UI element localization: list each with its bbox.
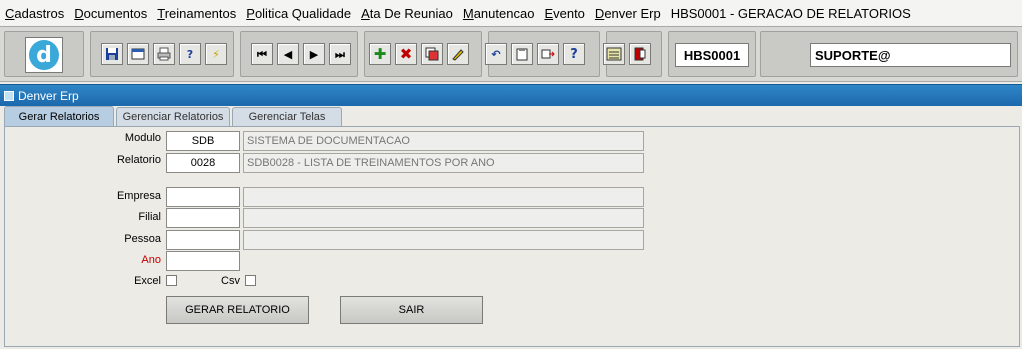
window-icon bbox=[4, 90, 14, 101]
excel-label: Excel bbox=[134, 275, 161, 287]
duplicate-record-icon[interactable] bbox=[421, 43, 443, 65]
clipboard-icon[interactable] bbox=[511, 43, 533, 65]
filial-label: Filial bbox=[138, 211, 161, 223]
form-code-display: HBS0001 bbox=[675, 43, 749, 67]
delete-record-icon[interactable]: ✖ bbox=[395, 43, 417, 65]
tab-gerenciar-relatorios[interactable]: Gerenciar Relatorios bbox=[116, 107, 230, 126]
undo-icon[interactable]: ↶ bbox=[485, 43, 507, 65]
menu-politica-qualidade[interactable]: Politica Qualidade bbox=[246, 6, 351, 21]
menu-current-form[interactable]: HBS0001 - GERACAO DE RELATORIOS bbox=[671, 6, 911, 21]
pessoa-label: Pessoa bbox=[124, 233, 161, 245]
save-icon[interactable] bbox=[101, 43, 123, 65]
toolbar-group-file: ? ⚡ bbox=[90, 31, 234, 77]
relatorio-label: Relatorio bbox=[116, 154, 161, 166]
empresa-label: Empresa bbox=[116, 190, 161, 202]
tab-gerar-relatorios[interactable]: Gerar Relatorios bbox=[4, 106, 114, 126]
menu-cadastros[interactable]: Cadastros bbox=[5, 6, 64, 21]
app-logo: d bbox=[25, 37, 63, 73]
empresa-field[interactable] bbox=[166, 187, 240, 207]
denver-logo-icon: d bbox=[29, 40, 59, 70]
menu-bar: Cadastros Documentos Treinamentos Politi… bbox=[0, 0, 1022, 26]
menu-icon[interactable] bbox=[603, 43, 625, 65]
window-title: Denver Erp bbox=[18, 88, 79, 103]
toolbar-logo-group: d bbox=[4, 31, 84, 77]
pessoa-description bbox=[243, 230, 644, 250]
filial-description bbox=[243, 208, 644, 228]
app-window: Cadastros Documentos Treinamentos Politi… bbox=[0, 0, 1022, 349]
menu-documentos[interactable]: Documentos bbox=[74, 6, 147, 21]
excel-checkbox[interactable] bbox=[166, 275, 177, 286]
window-icon[interactable] bbox=[127, 43, 149, 65]
ano-label: Ano bbox=[141, 254, 161, 266]
relatorio-description: SDB0028 - LISTA DE TREINAMENTOS POR ANO bbox=[243, 153, 644, 173]
last-record-icon[interactable]: ⏭ bbox=[329, 43, 351, 65]
menu-manutencao[interactable]: Manutencao bbox=[463, 6, 535, 21]
empresa-description bbox=[243, 187, 644, 207]
edit-record-icon[interactable] bbox=[447, 43, 469, 65]
gerar-relatorio-button[interactable]: GERAR RELATORIO bbox=[166, 296, 309, 324]
ano-field[interactable] bbox=[166, 251, 240, 271]
modulo-description: SISTEMA DE DOCUMENTACAO bbox=[243, 131, 644, 151]
execute-query-icon[interactable]: ⚡ bbox=[205, 43, 227, 65]
insert-record-icon[interactable]: ✚ bbox=[369, 43, 391, 65]
sair-button[interactable]: SAIR bbox=[340, 296, 483, 324]
help-icon[interactable]: ? bbox=[563, 43, 585, 65]
tab-gerenciar-telas[interactable]: Gerenciar Telas bbox=[232, 107, 342, 126]
csv-label: Csv bbox=[221, 275, 240, 287]
toolbar-group-tools: ↶ ? bbox=[485, 31, 600, 77]
toolbar-group-navigation: ⏮ ◀ ▶ ⏭ bbox=[240, 31, 358, 77]
filial-field[interactable] bbox=[166, 208, 240, 228]
csv-checkbox[interactable] bbox=[245, 275, 256, 286]
tab-bar: Gerar Relatorios Gerenciar Relatorios Ge… bbox=[0, 106, 1022, 126]
query-help-icon[interactable]: ? bbox=[179, 43, 201, 65]
previous-record-icon[interactable]: ◀ bbox=[277, 43, 299, 65]
window-title-bar: Denver Erp bbox=[0, 84, 1022, 106]
user-display: SUPORTE@ bbox=[810, 43, 1011, 67]
menu-treinamentos[interactable]: Treinamentos bbox=[157, 6, 236, 21]
first-record-icon[interactable]: ⏮ bbox=[251, 43, 273, 65]
toolbar-group-record: ✚ ✖ bbox=[364, 31, 482, 77]
toolbar-group-menu bbox=[603, 31, 662, 77]
modulo-field[interactable]: SDB bbox=[166, 131, 240, 151]
menu-evento[interactable]: Evento bbox=[544, 6, 584, 21]
modulo-label: Modulo bbox=[124, 132, 161, 144]
attachment-icon[interactable] bbox=[537, 43, 559, 65]
next-record-icon[interactable]: ▶ bbox=[303, 43, 325, 65]
relatorio-field[interactable]: 0028 bbox=[166, 153, 240, 173]
menu-ata-de-reuniao[interactable]: Ata De Reuniao bbox=[361, 6, 453, 21]
menu-denver-erp[interactable]: Denver Erp bbox=[595, 6, 661, 21]
exit-icon[interactable] bbox=[629, 43, 651, 65]
print-icon[interactable] bbox=[153, 43, 175, 65]
pessoa-field[interactable] bbox=[166, 230, 240, 250]
